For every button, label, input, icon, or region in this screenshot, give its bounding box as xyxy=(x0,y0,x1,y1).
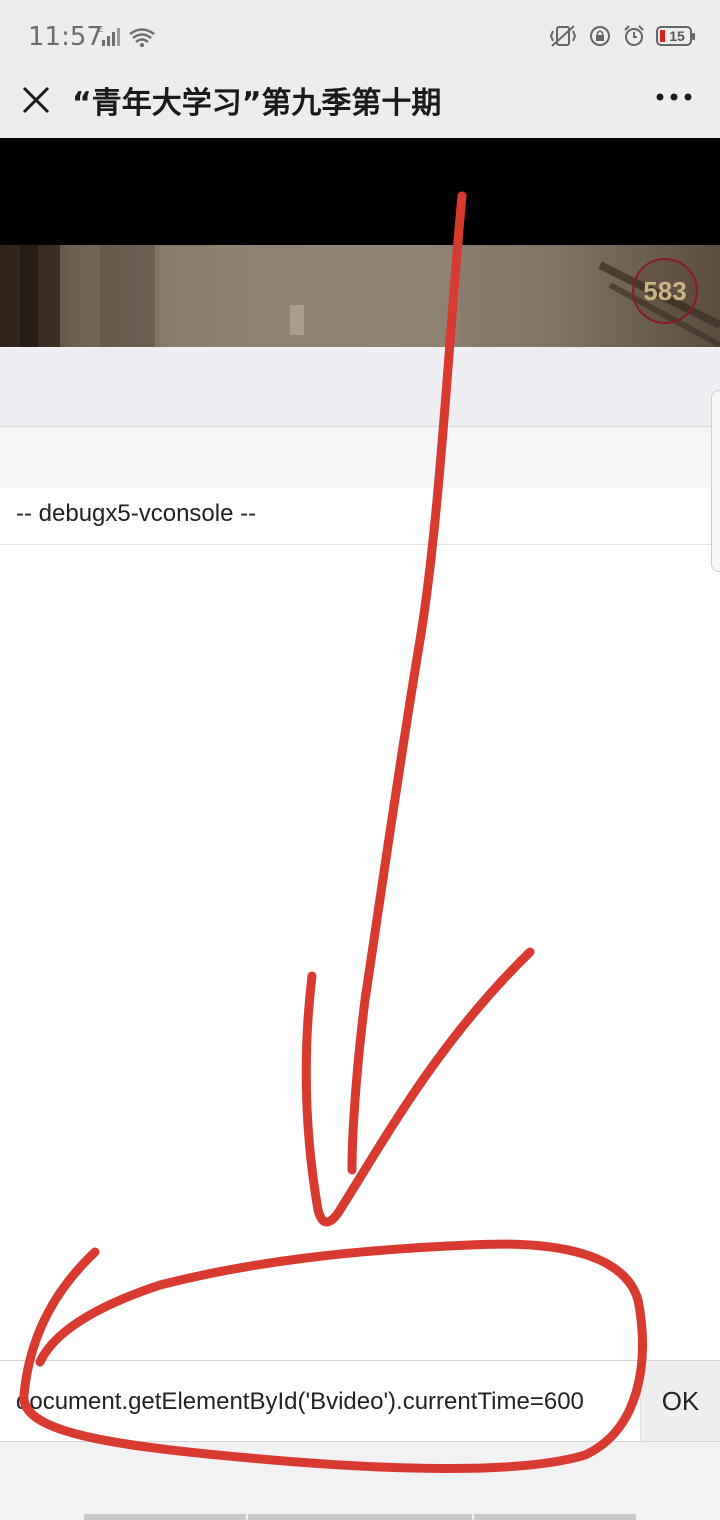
more-dots-icon[interactable] xyxy=(654,82,694,112)
close-icon[interactable] xyxy=(16,80,56,120)
video-player[interactable] xyxy=(0,138,720,245)
command-input-value: document.getElementById('Bvideo').curren… xyxy=(16,1388,584,1415)
console-log-line: -- debugx5-vconsole -- xyxy=(0,488,720,545)
wifi-icon xyxy=(129,28,155,47)
vibrate-icon xyxy=(549,25,577,47)
title-bar: “青年大学习”第九季第十期 xyxy=(0,70,720,138)
page-title: “青年大学习”第九季第十期 xyxy=(72,86,442,121)
signal-wifi-icons: E xyxy=(98,25,155,47)
side-drag-handle[interactable] xyxy=(711,390,720,572)
console-subbar xyxy=(0,427,720,488)
bottom-tab-1[interactable] xyxy=(84,1514,246,1520)
alarm-icon xyxy=(624,25,644,46)
status-time: 11:57 xyxy=(28,22,103,52)
status-bar: 11:57 E 15 xyxy=(0,0,720,70)
status-right-icons: 15 xyxy=(548,22,695,50)
command-input[interactable]: document.getElementById('Bvideo').curren… xyxy=(0,1361,640,1441)
ok-button[interactable]: OK xyxy=(640,1361,720,1441)
console-toolbar xyxy=(0,347,720,427)
video-frame[interactable] xyxy=(0,245,720,347)
battery-icon: 15 xyxy=(656,26,695,46)
console-log-text: -- debugx5-vconsole -- xyxy=(16,500,257,527)
console-log-area[interactable]: -- debugx5-vconsole -- xyxy=(0,488,720,1360)
bottom-tab-area xyxy=(0,1442,720,1520)
bottom-tab-3[interactable] xyxy=(474,1514,636,1520)
svg-text:E: E xyxy=(98,25,103,34)
video-scene xyxy=(0,245,720,347)
screen: 11:57 E 15 “青年大学习”第九季第十期 583 -- debugx5-… xyxy=(0,0,720,1520)
counter-badge: 583 xyxy=(632,258,698,324)
battery-level: 15 xyxy=(669,28,685,44)
command-bar: document.getElementById('Bvideo').curren… xyxy=(0,1360,720,1442)
bottom-tab-2[interactable] xyxy=(248,1514,472,1520)
rotation-lock-icon xyxy=(590,26,610,46)
